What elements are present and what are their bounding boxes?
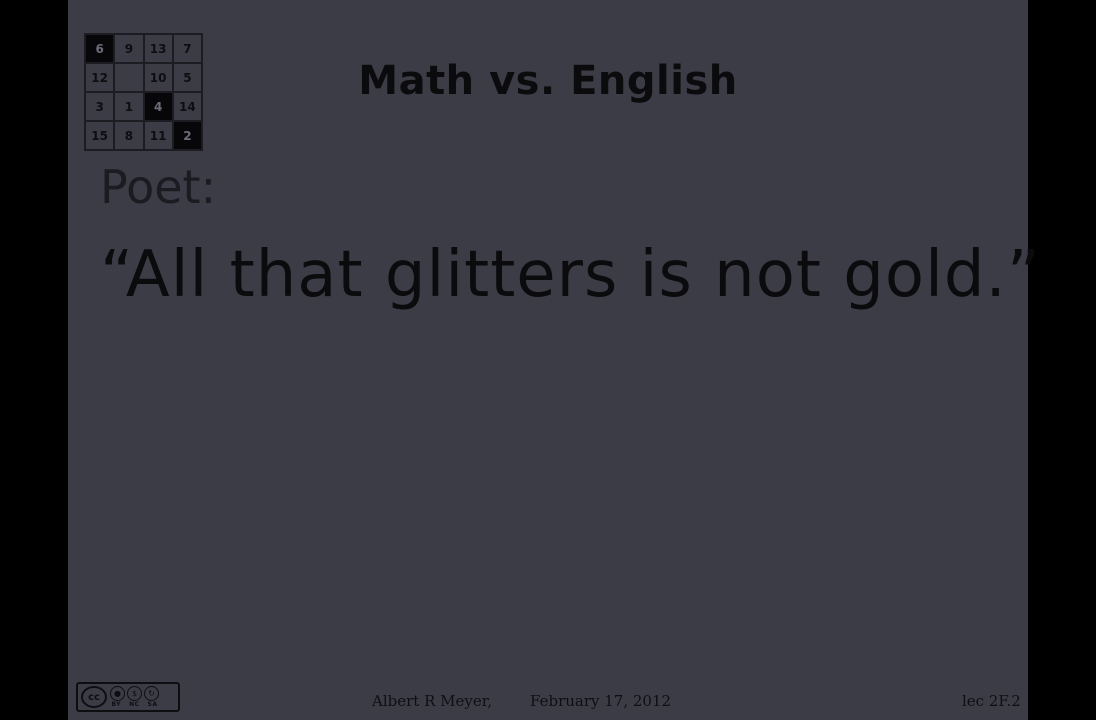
attribution-icon: ● [110,686,125,701]
puzzle-tile: 7 [172,34,202,63]
noncommercial-icon: $ [127,686,142,701]
puzzle-tile: 11 [143,121,173,150]
puzzle-tile: 1 [114,92,144,121]
license-label-by: BY [111,701,122,708]
video-frame: 6 9 13 7 12 10 5 3 1 4 14 15 8 11 2 Math… [0,0,1096,720]
quote-text: “All that glitters is not gold.” [100,238,1041,312]
fifteen-puzzle-logo: 6 9 13 7 12 10 5 3 1 4 14 15 8 11 2 [84,33,203,151]
puzzle-tile: 12 [85,63,115,92]
footer-lecture-number: lec 2F.2 [962,692,1021,710]
license-label-sa: SA [147,701,158,708]
creative-commons-badge: cc ● $ ↻ BY NC SA [76,682,180,712]
puzzle-tile: 14 [172,92,202,121]
puzzle-tile: 15 [85,121,115,150]
puzzle-tile: 2 [172,121,202,150]
poet-label: Poet: [100,160,217,214]
slide: 6 9 13 7 12 10 5 3 1 4 14 15 8 11 2 Math… [68,0,1040,720]
license-label-nc: NC [129,701,140,708]
puzzle-tile: 9 [114,34,144,63]
puzzle-tile: 4 [143,92,173,121]
puzzle-tile: 6 [85,34,115,63]
puzzle-tile: 5 [172,63,202,92]
slide-title: Math vs. English [358,58,738,104]
license-icons: ● $ ↻ BY NC SA [110,686,159,708]
cc-logo-icon: cc [81,686,107,708]
puzzle-tile: 13 [143,34,173,63]
puzzle-blank-tile [114,63,144,92]
puzzle-tile: 10 [143,63,173,92]
puzzle-tile: 3 [85,92,115,121]
puzzle-tile: 8 [114,121,144,150]
footer-date: February 17, 2012 [530,692,672,710]
sharealike-icon: ↻ [144,686,159,701]
footer-author: Albert R Meyer, [372,692,493,710]
